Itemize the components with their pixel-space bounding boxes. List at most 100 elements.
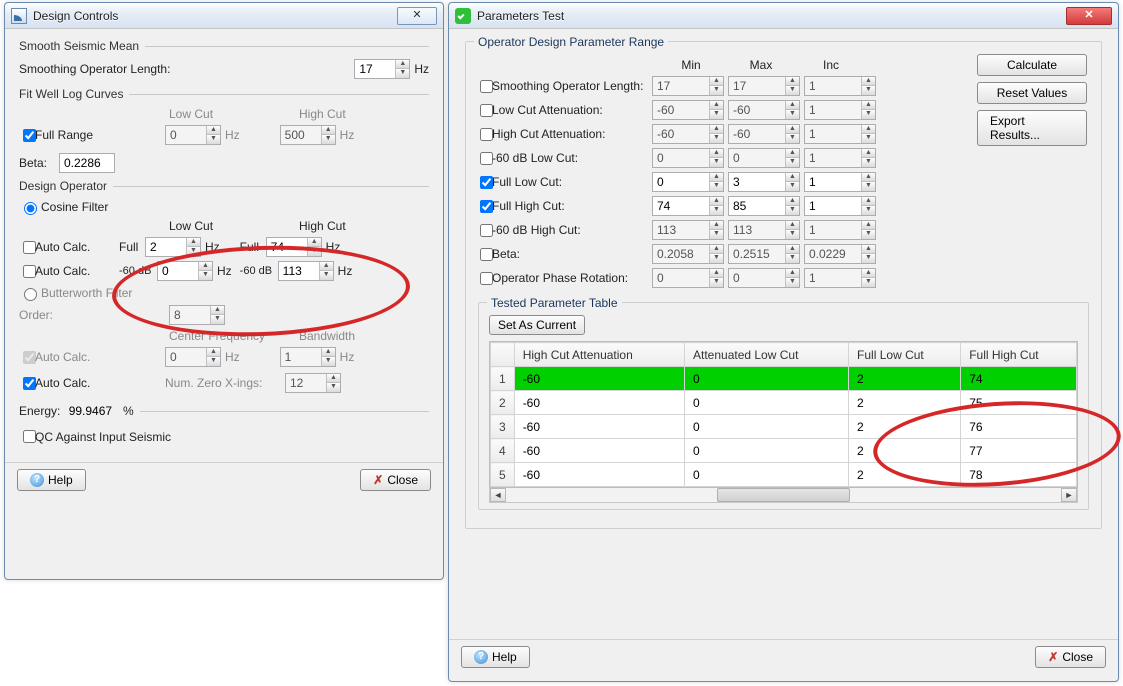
- table-cell[interactable]: 2: [849, 391, 961, 415]
- table-header[interactable]: Full High Cut: [961, 343, 1077, 367]
- autocalc4-label: Auto Calc.: [35, 376, 165, 390]
- parameter-table[interactable]: High Cut AttenuationAttenuated Low CutFu…: [490, 342, 1077, 487]
- export-results-button[interactable]: Export Results...: [977, 110, 1087, 146]
- param-min-input[interactable]: [653, 197, 709, 215]
- param-min-input: [653, 269, 709, 287]
- param-inc-input: [805, 101, 861, 119]
- table-cell[interactable]: 0: [685, 391, 849, 415]
- param-row: Full High Cut:▲▼▲▼▲▼: [476, 196, 969, 216]
- set-as-current-button[interactable]: Set As Current: [489, 315, 585, 335]
- neg60-high-spin[interactable]: ▲▼: [278, 261, 334, 281]
- butterworth-radio[interactable]: [24, 288, 37, 301]
- close-button[interactable]: ✗Close: [360, 469, 431, 491]
- param-min-input: [653, 125, 709, 143]
- tested-table-legend: Tested Parameter Table: [487, 296, 622, 310]
- window-title: Design Controls: [33, 9, 393, 23]
- table-cell[interactable]: 2: [849, 439, 961, 463]
- full-high-unit: Hz: [326, 240, 341, 254]
- close-window-button[interactable]: ✕: [1066, 7, 1112, 25]
- param-max-input: [729, 149, 785, 167]
- full-high-spin[interactable]: ▲▼: [266, 237, 322, 257]
- table-cell[interactable]: 2: [849, 463, 961, 487]
- table-row[interactable]: 4-600277: [491, 439, 1077, 463]
- param-min-spin: ▲▼: [652, 124, 724, 144]
- table-cell[interactable]: -60: [514, 415, 684, 439]
- min-header: Min: [656, 58, 726, 72]
- table-cell[interactable]: -60: [514, 439, 684, 463]
- param-min-spin[interactable]: ▲▼: [652, 196, 724, 216]
- table-cell[interactable]: 0: [685, 367, 849, 391]
- param-inc-spin[interactable]: ▲▼: [804, 172, 876, 192]
- table-cell[interactable]: 77: [961, 439, 1077, 463]
- full-high-input[interactable]: [267, 238, 307, 256]
- fit-well-header: Fit Well Log Curves: [19, 87, 429, 101]
- fit-low-unit: Hz: [225, 128, 240, 142]
- design-operator-header: Design Operator: [19, 179, 429, 193]
- table-cell[interactable]: 74: [961, 367, 1077, 391]
- table-cell[interactable]: 76: [961, 415, 1077, 439]
- param-min-input[interactable]: [653, 173, 709, 191]
- param-label: Smoothing Operator Length:: [492, 79, 652, 93]
- table-cell[interactable]: 0: [685, 415, 849, 439]
- param-max-input: [729, 77, 785, 95]
- close-icon: ✗: [1048, 650, 1058, 664]
- table-row[interactable]: 2-600275: [491, 391, 1077, 415]
- param-inc-spin: ▲▼: [804, 148, 876, 168]
- help-button[interactable]: ?Help: [461, 646, 530, 668]
- table-header[interactable]: Full Low Cut: [849, 343, 961, 367]
- param-max-spin[interactable]: ▲▼: [728, 172, 800, 192]
- help-button[interactable]: ?Help: [17, 469, 86, 491]
- param-row: High Cut Attenuation:▲▼▲▼▲▼: [476, 124, 969, 144]
- fit-high-input: [281, 126, 321, 144]
- table-cell[interactable]: 0: [685, 439, 849, 463]
- neg60-low-spin[interactable]: ▲▼: [157, 261, 213, 281]
- table-cell[interactable]: 2: [849, 367, 961, 391]
- table-row[interactable]: 1-600274: [491, 367, 1077, 391]
- table-cell[interactable]: -60: [514, 367, 684, 391]
- neg60-high-input[interactable]: [279, 262, 319, 280]
- table-cell[interactable]: 78: [961, 463, 1077, 487]
- close-button[interactable]: ✗Close: [1035, 646, 1106, 668]
- close-window-button[interactable]: ✕: [397, 7, 437, 25]
- param-inc-input[interactable]: [805, 197, 861, 215]
- table-header[interactable]: Attenuated Low Cut: [685, 343, 849, 367]
- parameters-content: Operator Design Parameter Range Min Max …: [449, 29, 1118, 639]
- table-cell[interactable]: 75: [961, 391, 1077, 415]
- param-max-input[interactable]: [729, 173, 785, 191]
- reset-values-button[interactable]: Reset Values: [977, 82, 1087, 104]
- table-row[interactable]: 5-600278: [491, 463, 1077, 487]
- cosine-filter-radio[interactable]: [24, 202, 37, 215]
- op-length-spin[interactable]: ▲▼: [354, 59, 410, 79]
- qc-label: QC Against Input Seismic: [35, 430, 171, 444]
- param-max-input[interactable]: [729, 197, 785, 215]
- spinner-arrows[interactable]: ▲▼: [395, 60, 409, 78]
- full-range-label: Full Range: [35, 128, 165, 142]
- cf-spin: ▲▼: [165, 347, 221, 367]
- param-label: Low Cut Attenuation:: [492, 103, 652, 117]
- full-low-spin[interactable]: ▲▼: [145, 237, 201, 257]
- param-inc-input[interactable]: [805, 173, 861, 191]
- table-cell[interactable]: -60: [514, 463, 684, 487]
- tested-table-fieldset: Tested Parameter Table Set As Current Hi…: [478, 302, 1089, 510]
- table-cell[interactable]: -60: [514, 391, 684, 415]
- param-min-spin[interactable]: ▲▼: [652, 172, 724, 192]
- param-row: -60 dB Low Cut:▲▼▲▼▲▼: [476, 148, 969, 168]
- table-cell[interactable]: 0: [685, 463, 849, 487]
- param-inc-spin[interactable]: ▲▼: [804, 196, 876, 216]
- table-row[interactable]: 3-600276: [491, 415, 1077, 439]
- numzero-input: [286, 374, 326, 392]
- param-max-spin[interactable]: ▲▼: [728, 196, 800, 216]
- table-horizontal-scrollbar[interactable]: ◄►: [489, 487, 1078, 503]
- row-number: 1: [491, 367, 515, 391]
- neg60-low-input[interactable]: [158, 262, 198, 280]
- energy-label: Energy:: [19, 404, 60, 418]
- calculate-button[interactable]: Calculate: [977, 54, 1087, 76]
- op-length-input[interactable]: [355, 60, 395, 78]
- design-controls-content: Smooth Seismic Mean Smoothing Operator L…: [5, 29, 443, 462]
- param-max-input: [729, 101, 785, 119]
- param-inc-input: [805, 245, 861, 263]
- beta-input[interactable]: [59, 153, 115, 173]
- table-cell[interactable]: 2: [849, 415, 961, 439]
- full-low-input[interactable]: [146, 238, 186, 256]
- table-header[interactable]: High Cut Attenuation: [514, 343, 684, 367]
